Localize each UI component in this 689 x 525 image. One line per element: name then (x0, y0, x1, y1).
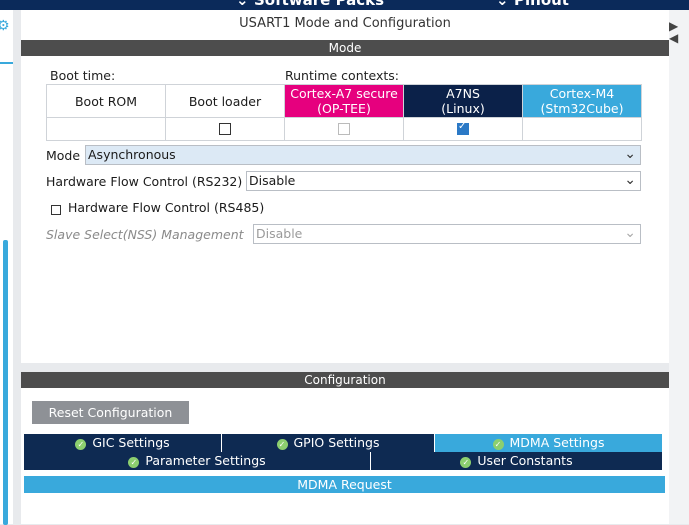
boot-time-label: Boot time: (50, 68, 116, 83)
chevron-down-icon: ⌄ (496, 0, 509, 9)
hw-flow-rs485-label: Hardware Flow Control (RS485) (68, 200, 265, 215)
check-circle-icon: ✓ (128, 457, 140, 468)
slave-select-label: Slave Select(NSS) Management (46, 227, 244, 242)
check-circle-icon: ✓ (492, 439, 504, 450)
checkbox-cell-a7ns (403, 117, 523, 141)
checkbox-cell-cortex-a7 (284, 117, 404, 141)
runtime-contexts-table: Boot ROM Boot loader Cortex-A7 secure (OP… (46, 84, 642, 141)
software-packs-menu[interactable]: Software Packs (254, 0, 384, 9)
runtime-contexts-label: Runtime contexts: (285, 68, 400, 83)
mdma-request-header: MDMA Request (24, 476, 665, 493)
pinout-menu[interactable]: Pinout (514, 0, 569, 9)
hw-flow-rs232-select[interactable]: Disable ⌄ (246, 171, 641, 191)
boot-loader-checkbox[interactable] (219, 123, 231, 135)
context-cortex-a7-secure: Cortex-A7 secure (OP-TEE) (284, 84, 404, 118)
context-boot-rom: Boot ROM (46, 84, 166, 118)
right-sidebar: ▶ ◀ (669, 10, 689, 524)
tab-gic-settings[interactable]: ✓ GIC Settings (24, 434, 222, 452)
chevron-down-icon: ⌄ (624, 172, 636, 188)
cortex-a7-secure-checkbox (338, 123, 350, 135)
collapse-icon[interactable]: ▶ ◀ (669, 20, 678, 44)
reset-configuration-button[interactable]: Reset Configuration (32, 401, 189, 424)
slave-select-select: Disable ⌄ (253, 224, 641, 244)
panel-title: USART1 Mode and Configuration (239, 16, 451, 31)
hw-flow-rs485-checkbox[interactable] (51, 204, 61, 215)
check-circle-icon: ✓ (75, 439, 87, 450)
tab-mdma-settings[interactable]: ✓ MDMA Settings (435, 434, 663, 452)
divider (0, 62, 13, 64)
a7ns-checkbox[interactable] (457, 121, 469, 135)
checkbox-cell-boot-loader (165, 117, 285, 141)
mode-label: Mode (46, 148, 81, 163)
mode-section-header: Mode (21, 40, 669, 56)
chevron-down-icon: ⌄ (624, 146, 636, 162)
left-scrollbar[interactable] (3, 240, 8, 525)
chevron-down-icon: ⌄ (624, 225, 636, 241)
context-boot-loader: Boot loader (165, 84, 285, 118)
left-panel: ⚙ (0, 10, 13, 525)
tab-gpio-settings[interactable]: ✓ GPIO Settings (222, 434, 435, 452)
context-a7ns: A7NS (Linux) (403, 84, 523, 118)
hw-flow-rs232-label: Hardware Flow Control (RS232) (46, 174, 243, 189)
top-toolbar: ⌄ Software Packs ⌄ Pinout (0, 0, 689, 10)
configuration-section-header: Configuration (21, 372, 669, 388)
checkbox-cell-empty (46, 117, 166, 141)
context-cortex-m4: Cortex-M4 (Stm32Cube) (522, 84, 642, 118)
gear-icon[interactable]: ⚙ (0, 18, 10, 34)
tab-user-constants[interactable]: ✓ User Constants (371, 452, 663, 470)
mode-select[interactable]: Asynchronous ⌄ (85, 145, 641, 165)
check-circle-icon: ✓ (276, 439, 288, 450)
chevron-down-icon: ⌄ (236, 0, 249, 9)
tab-parameter-settings[interactable]: ✓ Parameter Settings (24, 452, 371, 470)
check-circle-icon: ✓ (460, 457, 472, 468)
checkbox-cell-empty (522, 117, 642, 141)
